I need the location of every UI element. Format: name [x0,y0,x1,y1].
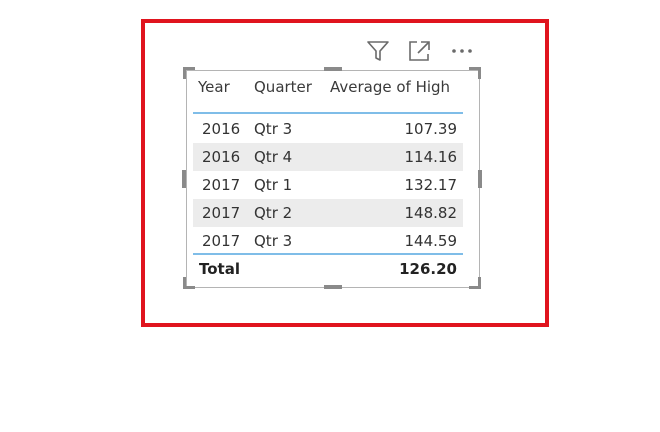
total-label: Total [199,260,240,278]
cell-average-of-high: 114.16 [404,148,458,166]
table-row: 2016 Qtr 3 107.39 [193,115,463,143]
column-header-quarter[interactable]: Quarter [254,78,312,102]
cell-year: 2017 [202,204,241,222]
column-header-year[interactable]: Year [198,78,230,102]
cell-quarter: Qtr 4 [254,148,293,166]
resize-handle-bottom-middle[interactable] [324,285,342,289]
resize-handle-right-middle[interactable] [478,170,482,188]
table-row: 2017 Qtr 3 144.59 [193,227,463,255]
table-row: 2016 Qtr 4 114.16 [193,143,463,171]
cell-quarter: Qtr 3 [254,232,293,250]
focus-mode-icon[interactable] [408,40,432,62]
cell-average-of-high: 144.59 [404,232,458,250]
cell-year: 2017 [202,232,241,250]
resize-handle-top-right-v[interactable] [478,67,481,79]
cell-year: 2017 [202,176,241,194]
total-row: Total 126.20 [193,255,463,283]
resize-handle-bottom-left-v[interactable] [183,277,186,289]
cell-quarter: Qtr 1 [254,176,293,194]
cell-average-of-high: 107.39 [404,120,458,138]
cell-average-of-high: 132.17 [404,176,458,194]
resize-handle-top-middle[interactable] [324,67,342,71]
resize-handle-top-left-v[interactable] [183,67,186,79]
resize-handle-bottom-right-v[interactable] [478,277,481,289]
cell-year: 2016 [202,148,241,166]
cell-quarter: Qtr 3 [254,120,293,138]
table-row: 2017 Qtr 1 132.17 [193,171,463,199]
visual-header-toolbar [366,40,478,62]
more-options-icon[interactable] [450,40,474,62]
resize-handle-left-middle[interactable] [182,170,186,188]
cell-year: 2016 [202,120,241,138]
filter-icon[interactable] [366,40,390,62]
cell-average-of-high: 148.82 [404,204,458,222]
header-separator [193,112,463,114]
cell-quarter: Qtr 2 [254,204,293,222]
table-row: 2017 Qtr 2 148.82 [193,199,463,227]
total-value: 126.20 [399,260,457,278]
column-header-average-of-high[interactable]: Average of High [330,78,450,102]
